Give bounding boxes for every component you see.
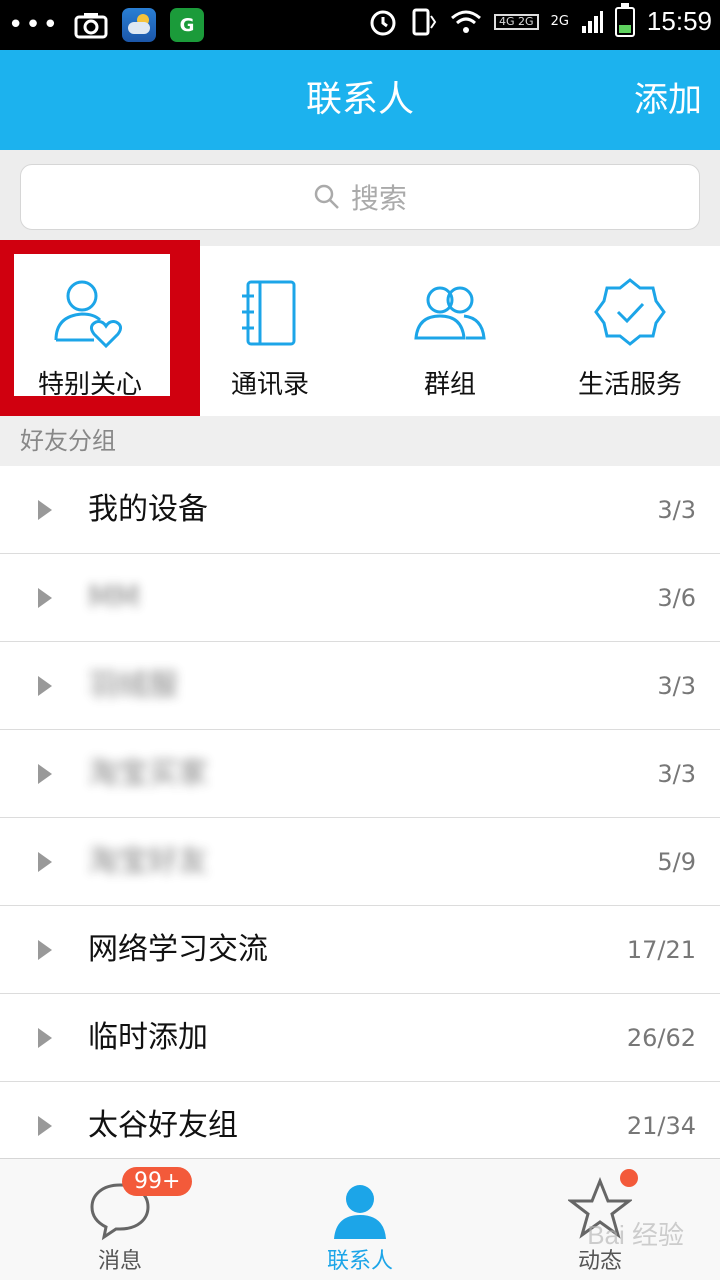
camera-icon <box>74 13 108 39</box>
group-row[interactable]: 我的设备 3/3 <box>0 466 720 554</box>
shortcut-label: 通讯录 <box>230 370 309 400</box>
expand-arrow-icon <box>38 500 52 520</box>
group-row[interactable]: MM 3/6 <box>0 554 720 642</box>
expand-arrow-icon <box>38 764 52 784</box>
alarm-icon <box>370 10 396 35</box>
group-row[interactable]: 羽绒服 3/3 <box>0 642 720 730</box>
group-name: 羽绒服 <box>88 668 178 703</box>
shortcut-address-book[interactable]: 通讯录 <box>180 246 360 416</box>
status-bar-right: 4G 2G 2G 15:59 <box>368 2 712 37</box>
tab-contacts[interactable]: 联系人 <box>240 1159 480 1280</box>
group-count: 3/3 <box>657 760 696 788</box>
watermark: Bai 经验 <box>587 1220 684 1250</box>
group-row[interactable]: 淘宝买家 3/3 <box>0 730 720 818</box>
app-header: 联系人 添加 <box>0 50 720 150</box>
shortcut-life-services[interactable]: 生活服务 <box>540 246 720 416</box>
group-count: 21/34 <box>626 1112 696 1140</box>
battery-icon <box>614 2 635 37</box>
page-title: 联系人 <box>305 79 414 120</box>
vibrate-icon <box>412 8 437 35</box>
group-count: 26/62 <box>626 1024 696 1052</box>
group-row[interactable]: 网络学习交流 17/21 <box>0 906 720 994</box>
group-name: 太谷好友组 <box>88 1108 238 1143</box>
user-heart-icon <box>54 280 123 349</box>
group-row[interactable]: 太谷好友组 21/34 <box>0 1082 720 1170</box>
shortcut-groups[interactable]: 群组 <box>360 246 540 416</box>
group-count: 3/3 <box>657 496 696 524</box>
tab-label: 消息 <box>97 1249 142 1274</box>
shortcut-label: 群组 <box>423 370 476 400</box>
group-row[interactable]: 淘宝好友 5/9 <box>0 818 720 906</box>
unread-badge: 99+ <box>122 1167 193 1196</box>
group-icon <box>414 286 486 340</box>
group-name: MM <box>88 580 140 615</box>
group-name: 我的设备 <box>88 492 208 527</box>
group-name: 临时添加 <box>88 1020 208 1055</box>
status-bar: ••• G 4G 2G 2G 15:59 <box>0 0 720 50</box>
expand-arrow-icon <box>38 1116 52 1136</box>
tab-messages[interactable]: 99+ 消息 <box>0 1159 240 1280</box>
shortcut-special-care[interactable]: 特别关心 <box>0 246 180 416</box>
search-input[interactable]: 搜索 <box>20 164 700 230</box>
tab-label: 联系人 <box>326 1249 393 1274</box>
search-icon <box>314 184 339 209</box>
shortcut-label: 特别关心 <box>37 370 142 400</box>
group-row[interactable]: 临时添加 26/62 <box>0 994 720 1082</box>
search-placeholder: 搜索 <box>350 182 407 215</box>
address-book-icon <box>242 280 296 346</box>
signal-label: 2G <box>550 14 569 29</box>
group-count: 5/9 <box>657 848 696 876</box>
group-count: 3/3 <box>657 672 696 700</box>
group-name: 淘宝买家 <box>88 756 208 791</box>
network-indicator: 4G 2G <box>494 13 539 30</box>
wifi-icon <box>451 10 481 33</box>
expand-arrow-icon <box>38 940 52 960</box>
green-app-icon: G <box>170 8 205 42</box>
shortcut-label: 生活服务 <box>577 370 682 400</box>
signal-icon <box>581 10 603 33</box>
group-name: 网络学习交流 <box>88 932 268 967</box>
status-bar-left: ••• G <box>8 8 205 42</box>
expand-arrow-icon <box>38 676 52 696</box>
search-area: 搜索 <box>0 150 720 246</box>
group-count: 3/6 <box>657 584 696 612</box>
add-button[interactable]: 添加 <box>634 50 702 150</box>
weather-app-icon <box>122 8 157 42</box>
person-icon <box>334 1185 386 1239</box>
expand-arrow-icon <box>38 1028 52 1048</box>
clock: 15:59 <box>646 6 712 36</box>
more-dots-icon: ••• <box>8 10 61 40</box>
section-header: 好友分组 <box>0 416 720 466</box>
bottom-tab-bar: 99+ 消息 联系人 动态 Bai 经验 <box>0 1158 720 1280</box>
verified-badge-icon <box>594 278 666 346</box>
expand-arrow-icon <box>38 852 52 872</box>
group-name: 淘宝好友 <box>88 844 208 879</box>
notification-dot <box>620 1169 638 1187</box>
shortcut-grid: 特别关心 通讯录 群组 生活服务 <box>0 240 720 418</box>
expand-arrow-icon <box>38 588 52 608</box>
group-count: 17/21 <box>626 936 696 964</box>
friend-groups-list: 我的设备 3/3 MM 3/6 羽绒服 3/3 淘宝买家 3/3 淘宝好友 5/… <box>0 466 720 1170</box>
